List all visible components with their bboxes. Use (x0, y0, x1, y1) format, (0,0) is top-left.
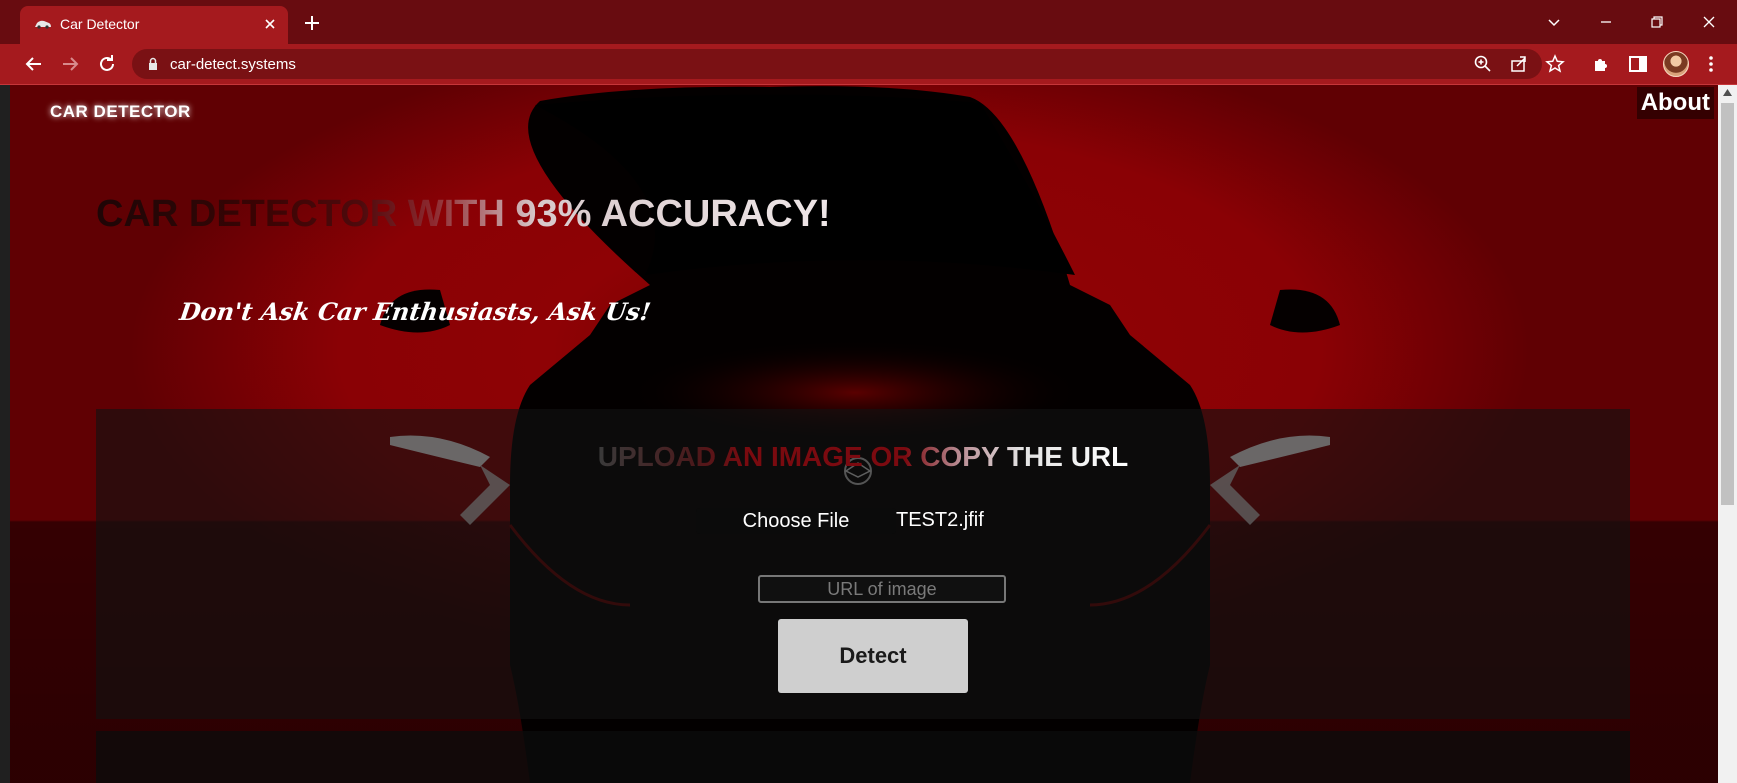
address-bar[interactable]: car-detect.systems (132, 49, 1565, 79)
url-text[interactable]: car-detect.systems (170, 56, 296, 73)
tab-title: Car Detector (60, 16, 140, 32)
detect-button[interactable]: Detect (778, 619, 968, 693)
upload-panel: UPLOAD AN IMAGE OR COPY THE URL Choose F… (96, 409, 1630, 719)
lock-icon[interactable] (146, 57, 160, 71)
selected-file-name: TEST2.jfif (896, 509, 984, 531)
reload-icon[interactable] (95, 52, 119, 76)
zoom-icon[interactable] (1472, 53, 1494, 75)
choose-file-button[interactable]: Choose File (696, 508, 896, 534)
forward-arrow-icon[interactable] (58, 52, 82, 76)
bookmark-star-icon[interactable] (1544, 53, 1566, 75)
profile-avatar[interactable] (1663, 51, 1689, 77)
car-favicon-icon (35, 20, 51, 29)
new-tab-plus-icon[interactable] (302, 13, 322, 33)
browser-tab-strip: Car Detector (0, 0, 1737, 44)
upload-title-text: UPLOAD AN IMAGE OR COPY THE URL (597, 441, 1129, 472)
share-icon[interactable] (1508, 53, 1530, 75)
restore-icon[interactable] (1645, 10, 1669, 34)
side-panel-icon[interactable] (1626, 52, 1650, 76)
browser-toolbar: car-detect.systems (0, 44, 1737, 85)
extensions-puzzle-icon[interactable] (1590, 52, 1614, 76)
tagline: Don't Ask Car Enthusiasts, Ask Us! (177, 297, 653, 326)
close-window-icon[interactable] (1697, 10, 1721, 34)
results-panel (96, 731, 1630, 783)
page-viewport: CAR DETECTOR About CAR DETECTOR WITH 93%… (10, 85, 1718, 783)
tab-search-chevron-icon[interactable] (1542, 10, 1566, 34)
browser-tab[interactable]: Car Detector (20, 6, 288, 44)
more-menu-icon[interactable] (1699, 52, 1723, 76)
image-url-input[interactable] (758, 575, 1006, 603)
back-arrow-icon[interactable] (22, 52, 46, 76)
page-scrollbar[interactable] (1718, 85, 1737, 783)
scroll-thumb[interactable] (1721, 103, 1734, 505)
page-title: CAR DETECTOR WITH 93% ACCURACY! (96, 193, 831, 235)
about-nav-link[interactable]: About (1636, 87, 1714, 119)
minimize-icon[interactable] (1594, 10, 1618, 34)
upload-title: UPLOAD AN IMAGE OR COPY THE URL (96, 441, 1630, 473)
site-logo[interactable]: CAR DETECTOR (50, 102, 191, 122)
scroll-up-arrow-icon[interactable] (1723, 89, 1732, 96)
close-tab-icon[interactable] (262, 16, 278, 32)
